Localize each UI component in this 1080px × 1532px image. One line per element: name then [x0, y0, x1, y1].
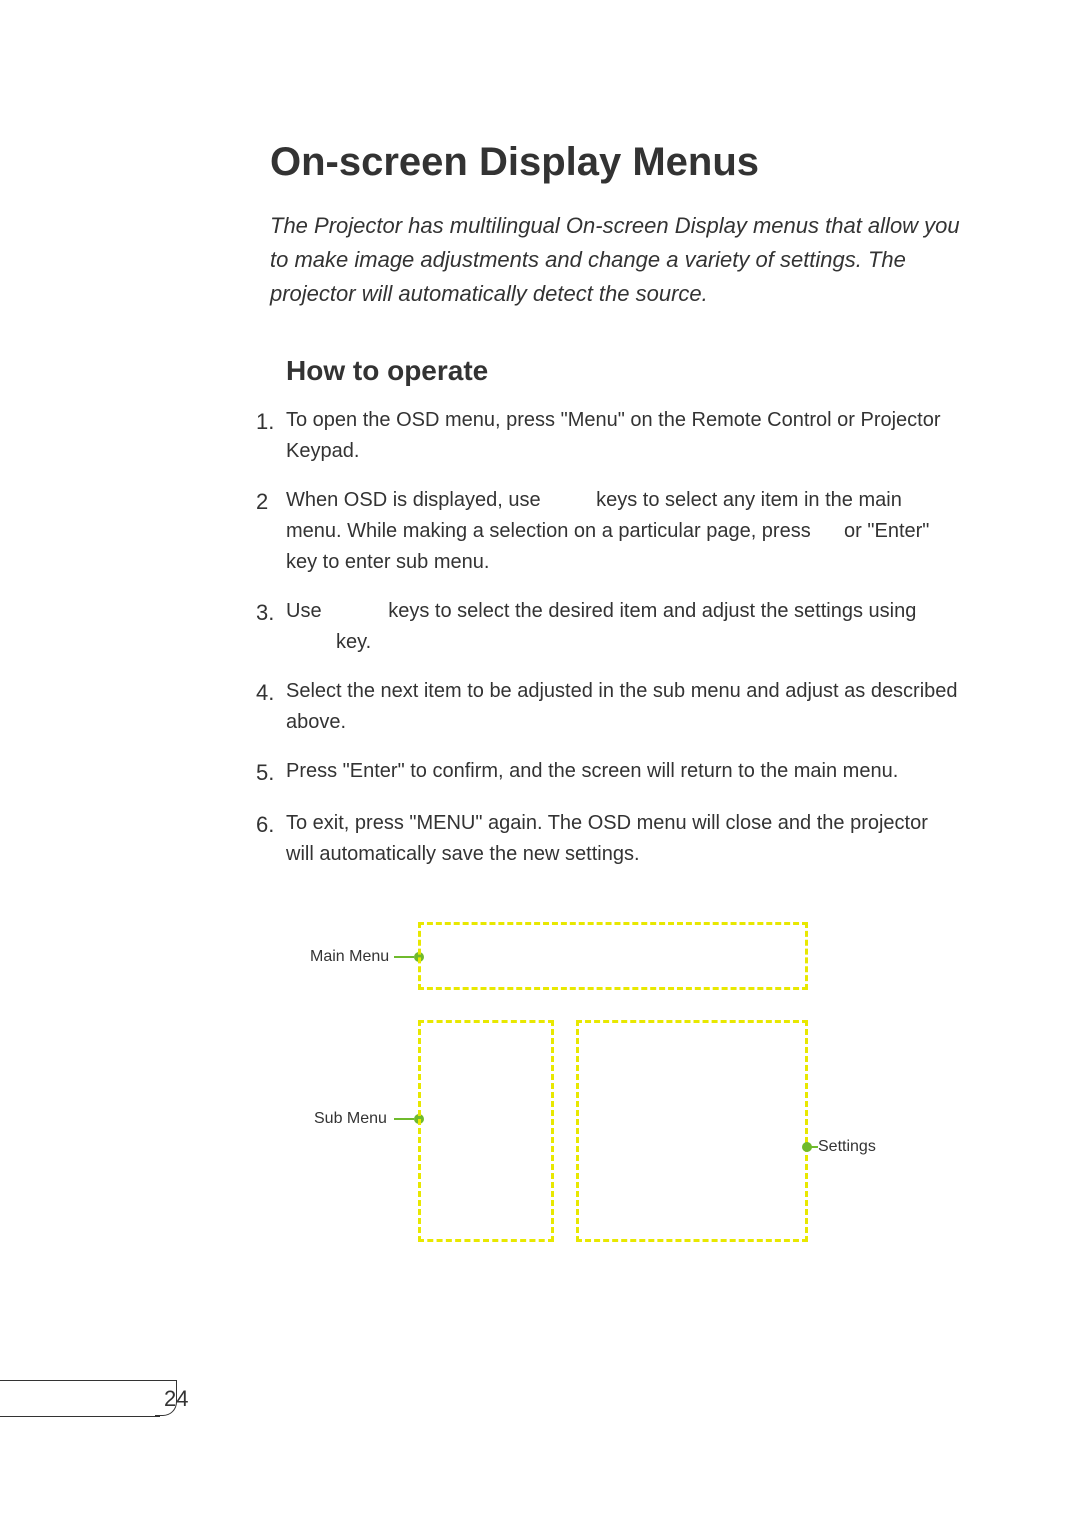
step-number: 2 — [256, 485, 286, 578]
step-text: Press "Enter" to confirm, and the screen… — [286, 756, 960, 790]
main-menu-box — [418, 922, 808, 990]
step-text: Use keys to select the desired item and … — [286, 596, 960, 658]
step-text: When OSD is displayed, use keys to selec… — [286, 485, 960, 578]
intro-paragraph: The Projector has multilingual On-screen… — [270, 209, 960, 311]
step-text: To exit, press "MENU" again. The OSD men… — [286, 808, 960, 870]
footer-decoration — [0, 1416, 160, 1417]
sub-menu-label: Sub Menu — [314, 1110, 387, 1128]
step-item: 3. Use keys to select the desired item a… — [256, 596, 960, 658]
menu-diagram: Main Menu Sub Menu Settings — [298, 922, 858, 1262]
page-footer: 24 — [0, 1380, 200, 1420]
settings-box — [576, 1020, 808, 1242]
steps-list: 1. To open the OSD menu, press "Menu" on… — [256, 405, 960, 870]
main-menu-label: Main Menu — [310, 948, 389, 966]
step-number: 4. — [256, 676, 286, 738]
step-item: 1. To open the OSD menu, press "Menu" on… — [256, 405, 960, 467]
page-title: On-screen Display Menus — [270, 140, 960, 185]
step-text: Select the next item to be adjusted in t… — [286, 676, 960, 738]
settings-label: Settings — [818, 1138, 876, 1156]
step-number: 5. — [256, 756, 286, 790]
step-item: 4. Select the next item to be adjusted i… — [256, 676, 960, 738]
step-number: 1. — [256, 405, 286, 467]
connector-line — [394, 1118, 414, 1120]
step-number: 3. — [256, 596, 286, 658]
page-number: 24 — [164, 1386, 188, 1412]
connector-line — [394, 956, 414, 958]
sub-menu-box — [418, 1020, 554, 1242]
step-text: To open the OSD menu, press "Menu" on th… — [286, 405, 960, 467]
step-item: 2 When OSD is displayed, use keys to sel… — [256, 485, 960, 578]
footer-decoration — [0, 1380, 160, 1381]
section-subtitle: How to operate — [286, 355, 960, 387]
page-content: On-screen Display Menus The Projector ha… — [0, 0, 1080, 1262]
step-item: 6. To exit, press "MENU" again. The OSD … — [256, 808, 960, 870]
step-item: 5. Press "Enter" to confirm, and the scr… — [256, 756, 960, 790]
step-number: 6. — [256, 808, 286, 870]
connector-line — [808, 1146, 818, 1148]
